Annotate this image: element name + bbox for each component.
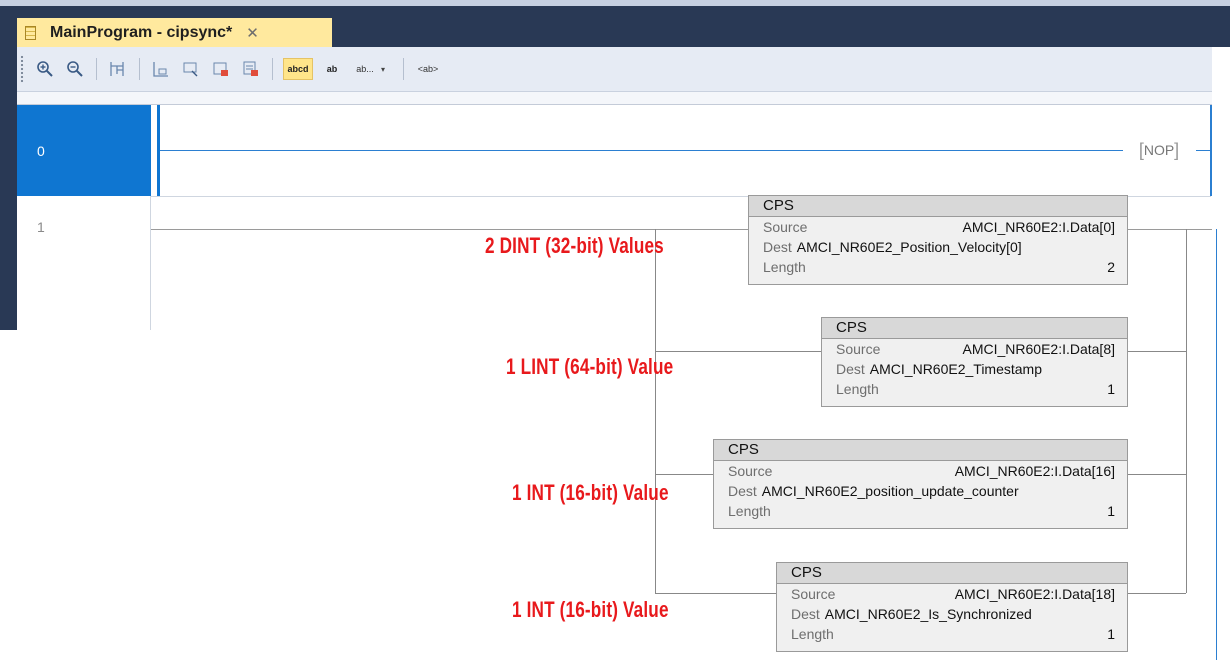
branch-wire-3-in <box>655 474 713 475</box>
source-label: Source <box>728 463 773 479</box>
toolbar-separator <box>403 58 404 80</box>
close-icon[interactable]: ✕ <box>246 24 259 42</box>
rung-1-right-rail <box>1216 229 1217 660</box>
length-value[interactable]: 1 <box>1107 501 1115 521</box>
length-label: Length <box>791 626 834 642</box>
branch-wire-4-in <box>655 593 776 594</box>
cps-length-row[interactable]: Length 1 <box>777 624 1127 644</box>
source-label: Source <box>763 219 808 235</box>
cps-dest-row[interactable]: Dest AMCI_NR60E2_Timestamp <box>822 359 1127 379</box>
source-tag[interactable]: AMCI_NR60E2:I.Data[16] <box>955 461 1115 481</box>
cps-instruction[interactable]: CPS Source AMCI_NR60E2:I.Data[0] Dest AMCI… <box>748 195 1128 285</box>
rung-number-label: 0 <box>37 143 45 159</box>
cps-dest-row[interactable]: Dest AMCI_NR60E2_position_update_counter <box>714 481 1127 501</box>
source-tag[interactable]: AMCI_NR60E2:I.Data[18] <box>955 584 1115 604</box>
zoom-in-icon[interactable] <box>34 58 56 80</box>
description-toggle-icon: <ab> <box>417 64 439 74</box>
source-label: Source <box>836 341 881 357</box>
nop-label: NOP <box>1143 142 1175 158</box>
cps-length-row[interactable]: Length 1 <box>822 379 1127 399</box>
rung-0-wire <box>160 150 1123 151</box>
dest-label: Dest <box>728 483 757 499</box>
show-text-icon: abcd <box>287 64 309 74</box>
show-text-button[interactable]: abcd <box>283 58 313 80</box>
dest-tag[interactable]: AMCI_NR60E2_Timestamp <box>870 361 1042 377</box>
dest-tag[interactable]: AMCI_NR60E2_Position_Velocity[0] <box>797 239 1022 255</box>
cps-header: CPS <box>714 440 1127 461</box>
dest-label: Dest <box>791 606 820 622</box>
annotation-int-2: 1 INT (16-bit) Value <box>512 597 669 622</box>
display-format-icon: ab... <box>356 64 374 74</box>
chevron-down-icon[interactable]: ▾ <box>381 65 391 74</box>
tag-swap-icon: ab <box>326 64 338 74</box>
rung-number-0[interactable]: 0 <box>17 105 147 196</box>
zoom-out-icon[interactable] <box>64 58 86 80</box>
toolbar-separator <box>96 58 97 80</box>
length-value[interactable]: 1 <box>1107 624 1115 644</box>
tab-title: MainProgram - cipsync* <box>50 23 233 41</box>
rung-number-1[interactable]: 1 <box>37 219 45 235</box>
dest-label: Dest <box>763 239 792 255</box>
cps-instruction[interactable]: CPS Source AMCI_NR60E2:I.Data[8] Dest AMCI… <box>821 317 1128 407</box>
rung-number-column <box>17 196 151 330</box>
cps-length-row[interactable]: Length 1 <box>714 501 1127 521</box>
nop-instruction[interactable]: [ NOP ] <box>1122 140 1196 160</box>
cps-source-row[interactable]: Source AMCI_NR60E2:I.Data[8] <box>822 339 1127 359</box>
add-branch-icon[interactable] <box>180 58 202 80</box>
cps-source-row[interactable]: Source AMCI_NR60E2:I.Data[16] <box>714 461 1127 481</box>
add-instruction-icon[interactable] <box>240 58 262 80</box>
cps-source-row[interactable]: Source AMCI_NR60E2:I.Data[0] <box>749 217 1127 237</box>
cps-header: CPS <box>749 196 1127 217</box>
dest-label: Dest <box>836 361 865 377</box>
cps-header: CPS <box>822 318 1127 339</box>
annotation-dint: 2 DINT (32-bit) Values <box>485 233 664 258</box>
length-value[interactable]: 2 <box>1107 257 1115 277</box>
branch-right-vertical <box>1186 229 1187 593</box>
source-tag[interactable]: AMCI_NR60E2:I.Data[8] <box>962 339 1115 359</box>
length-label: Length <box>763 259 806 275</box>
toolbar-spacer <box>17 92 1230 105</box>
source-label: Source <box>791 586 836 602</box>
rung-selection-edge <box>147 105 151 196</box>
instruction-bracket-right: ] <box>1174 140 1180 160</box>
dest-tag[interactable]: AMCI_NR60E2_position_update_counter <box>762 483 1019 499</box>
branch-wire-2-in <box>655 351 821 352</box>
branch-wire-3-out <box>1128 474 1186 475</box>
cps-source-row[interactable]: Source AMCI_NR60E2:I.Data[18] <box>777 584 1127 604</box>
tag-swap-button[interactable]: ab <box>321 58 343 80</box>
toolbar-separator <box>272 58 273 80</box>
length-label: Length <box>728 503 771 519</box>
branch-wire-4-out <box>1128 593 1186 594</box>
length-value[interactable]: 1 <box>1107 379 1115 399</box>
length-label: Length <box>836 381 879 397</box>
toolbar-grip[interactable] <box>20 55 24 83</box>
cps-instruction[interactable]: CPS Source AMCI_NR60E2:I.Data[18] Dest AMC… <box>776 562 1128 652</box>
source-tag[interactable]: AMCI_NR60E2:I.Data[0] <box>962 217 1115 237</box>
ladder-document-icon <box>25 25 36 40</box>
left-frame <box>0 47 17 330</box>
toolbar-separator <box>139 58 140 80</box>
cps-dest-row[interactable]: Dest AMCI_NR60E2_Is_Synchronized <box>777 604 1127 624</box>
branch-wire-2-out <box>1128 351 1186 352</box>
right-frame <box>1212 47 1230 660</box>
cps-instruction[interactable]: CPS Source AMCI_NR60E2:I.Data[16] Dest AMC… <box>713 439 1128 529</box>
rung-tree-icon[interactable] <box>107 58 129 80</box>
dest-tag[interactable]: AMCI_NR60E2_Is_Synchronized <box>825 606 1032 622</box>
branch-left-vertical <box>655 229 656 593</box>
annotation-int-1: 1 INT (16-bit) Value <box>512 480 669 505</box>
cps-dest-row[interactable]: Dest AMCI_NR60E2_Position_Velocity[0] <box>749 237 1127 257</box>
title-strip <box>0 0 1230 6</box>
annotation-lint: 1 LINT (64-bit) Value <box>506 354 674 379</box>
ladder-toolbar: abcd ab ab... ▾ <ab> <box>17 47 1230 92</box>
description-toggle-button[interactable]: <ab> <box>414 58 442 80</box>
display-format-button[interactable]: ab... <box>351 58 379 80</box>
tab-mainprogram[interactable]: MainProgram - cipsync* ✕ <box>17 18 332 47</box>
cps-header: CPS <box>777 563 1127 584</box>
add-contact-icon[interactable] <box>210 58 232 80</box>
cps-length-row[interactable]: Length 2 <box>749 257 1127 277</box>
add-rung-icon[interactable] <box>150 58 172 80</box>
